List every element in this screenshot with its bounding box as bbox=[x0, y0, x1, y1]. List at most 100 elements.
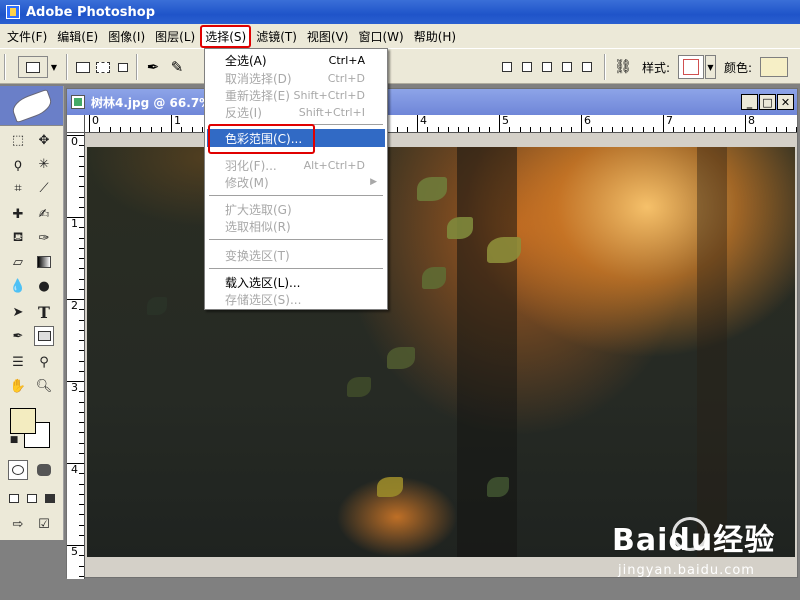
screen-mode-3[interactable] bbox=[40, 488, 60, 508]
document-window: 树林4.jpg @ 66.7% (RGB) _ □ ✕ 012345 6 7 8 0 1… bbox=[66, 88, 798, 579]
menu-select[interactable]: 选择(S) bbox=[200, 24, 252, 48]
ruler-origin[interactable] bbox=[67, 115, 85, 133]
ruler-tick bbox=[693, 127, 695, 132]
lasso-tool[interactable]: ϙ bbox=[8, 154, 28, 174]
path-selection-tool[interactable]: ➤ bbox=[8, 302, 28, 322]
ruler-tick bbox=[79, 565, 84, 567]
menu-item-deselect[interactable]: 取消选择(D) Ctrl+D bbox=[207, 69, 385, 87]
menu-view[interactable]: 视图(V) bbox=[302, 26, 354, 47]
menu-help[interactable]: 帮助(H) bbox=[409, 26, 461, 47]
style-dropdown-arrow[interactable]: ▼ bbox=[705, 55, 716, 79]
document-title-bar[interactable]: 树林4.jpg @ 66.7% (RGB) bbox=[67, 89, 797, 115]
eyedropper-tool[interactable]: ⚲ bbox=[34, 352, 54, 372]
link-button[interactable]: ⛓ bbox=[612, 56, 634, 78]
new-selection-button[interactable] bbox=[72, 56, 94, 78]
style-picker[interactable] bbox=[678, 55, 704, 79]
pen-tool-button[interactable]: ✒ bbox=[142, 56, 164, 78]
pen-icon: ✒ bbox=[146, 58, 160, 76]
ruler-tick bbox=[79, 206, 84, 208]
close-button[interactable]: ✕ bbox=[777, 94, 794, 110]
menu-item-label: 反选(I) bbox=[225, 105, 262, 120]
jump-to-imageready-button[interactable]: ⇨ bbox=[8, 514, 28, 534]
menu-item-select-all[interactable]: 全选(A) Ctrl+A bbox=[207, 51, 385, 69]
history-brush-tool[interactable]: ✑ bbox=[34, 228, 54, 248]
ruler-tick bbox=[724, 127, 726, 132]
shape-combine-icon bbox=[562, 62, 572, 72]
menu-window[interactable]: 窗口(W) bbox=[353, 26, 408, 47]
ruler-tick bbox=[109, 127, 111, 132]
menu-item-save-selection[interactable]: 存储选区(S)... bbox=[207, 290, 385, 308]
menu-file[interactable]: 文件(F) bbox=[2, 26, 52, 47]
menu-item-similar[interactable]: 选取相似(R) bbox=[207, 217, 385, 235]
foreground-color-swatch[interactable] bbox=[10, 408, 36, 434]
ruler-tick bbox=[79, 329, 84, 331]
ruler-tick bbox=[79, 514, 84, 516]
screen-mode-1[interactable] bbox=[4, 488, 24, 508]
shape-combine-3[interactable] bbox=[536, 56, 558, 78]
menu-item-grow[interactable]: 扩大选取(G) bbox=[207, 200, 385, 218]
freeform-pen-button[interactable]: ✎ bbox=[166, 56, 188, 78]
app-title-bar: Adobe Photoshop bbox=[0, 0, 800, 24]
menu-item-transform-selection[interactable]: 变换选区(T) bbox=[207, 246, 385, 264]
menu-bar: 文件(F) 编辑(E) 图像(I) 图层(L) 选择(S) 滤镜(T) 视图(V… bbox=[0, 24, 800, 48]
menu-item-label: 全选(A) bbox=[225, 53, 267, 68]
maximize-button[interactable]: □ bbox=[759, 94, 776, 110]
magic-wand-tool[interactable]: ✳ bbox=[34, 154, 54, 174]
shape-combine-5[interactable] bbox=[576, 56, 598, 78]
menu-item-reselect[interactable]: 重新选择(E) Shift+Ctrl+D bbox=[207, 86, 385, 104]
options-separator bbox=[604, 54, 606, 80]
imageready-logo-button[interactable]: ☑ bbox=[34, 514, 54, 534]
ruler-tick bbox=[79, 186, 84, 188]
horizontal-ruler[interactable]: 012345678 bbox=[85, 115, 797, 133]
marquee-tool[interactable]: ⬚ bbox=[8, 130, 28, 150]
ruler-tick bbox=[458, 127, 459, 132]
zoom-tool[interactable]: 🔍︎ bbox=[34, 376, 54, 396]
dodge-tool[interactable]: ● bbox=[34, 276, 54, 296]
shape-combine-2[interactable] bbox=[516, 56, 538, 78]
vertical-ruler[interactable]: 012345 bbox=[67, 133, 85, 579]
options-bar: ▼ ✒ ✎ ⛓ 样式: ▼ 颜色: bbox=[0, 48, 800, 84]
menu-image[interactable]: 图像(I) bbox=[103, 26, 150, 47]
slice-tool[interactable]: ⟋ bbox=[34, 178, 54, 198]
standard-mode-button[interactable] bbox=[8, 460, 28, 480]
dodge-icon: ● bbox=[38, 278, 50, 294]
ruler-tick bbox=[570, 127, 572, 132]
ruler-tick bbox=[79, 370, 84, 372]
move-tool[interactable]: ✥ bbox=[34, 130, 54, 150]
healing-brush-tool[interactable]: ✚ bbox=[8, 204, 28, 224]
tool-preset-arrow[interactable]: ▼ bbox=[48, 56, 60, 78]
ruler-tick bbox=[673, 127, 675, 132]
type-tool[interactable]: T bbox=[34, 302, 54, 322]
color-swatch[interactable] bbox=[760, 57, 788, 77]
toolbox-header[interactable] bbox=[0, 86, 63, 126]
tool-preset-picker[interactable] bbox=[18, 56, 48, 78]
ruler-tick bbox=[540, 127, 541, 132]
screen-mode-2[interactable] bbox=[22, 488, 42, 508]
rectangle-tool[interactable] bbox=[34, 326, 54, 346]
subtract-selection-button[interactable] bbox=[112, 56, 134, 78]
menu-item-load-selection[interactable]: 载入选区(L)... bbox=[207, 273, 385, 291]
clone-stamp-tool[interactable]: ⛾ bbox=[8, 228, 28, 248]
notes-tool[interactable]: ☰ bbox=[8, 352, 28, 372]
menu-item-modify[interactable]: 修改(M) ▶ bbox=[207, 173, 385, 191]
brush-tool[interactable]: ✍ bbox=[34, 204, 54, 224]
shape-combine-1[interactable] bbox=[496, 56, 518, 78]
hand-tool[interactable]: ✋ bbox=[8, 376, 28, 396]
quick-mask-button[interactable] bbox=[34, 460, 54, 480]
leaf bbox=[417, 177, 447, 201]
add-selection-button[interactable] bbox=[92, 56, 114, 78]
menu-item-inverse[interactable]: 反选(I) Shift+Ctrl+I bbox=[207, 103, 385, 121]
gradient-tool[interactable] bbox=[34, 252, 54, 272]
pen-tool[interactable]: ✒ bbox=[8, 326, 28, 346]
minimize-button[interactable]: _ bbox=[741, 94, 758, 110]
eraser-tool[interactable]: ▱ bbox=[8, 252, 28, 272]
paw-logo-icon bbox=[672, 517, 708, 551]
menu-layer[interactable]: 图层(L) bbox=[150, 26, 200, 47]
menu-item-feather[interactable]: 羽化(F)... Alt+Ctrl+D bbox=[207, 156, 385, 174]
image-canvas[interactable] bbox=[87, 147, 795, 557]
menu-filter[interactable]: 滤镜(T) bbox=[251, 26, 302, 47]
crop-tool[interactable]: ⌗ bbox=[8, 178, 28, 198]
blur-tool[interactable]: 💧 bbox=[8, 276, 28, 296]
menu-edit[interactable]: 编辑(E) bbox=[52, 26, 103, 47]
shape-combine-4[interactable] bbox=[556, 56, 578, 78]
